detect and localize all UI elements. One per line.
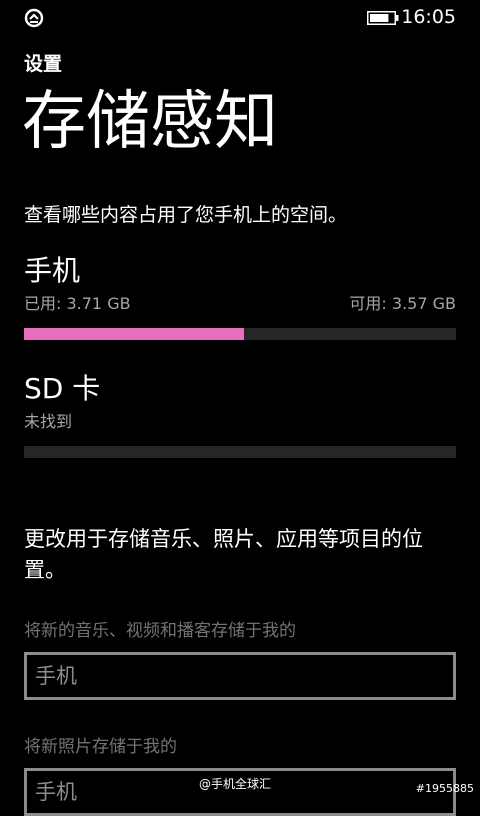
photos-location-label: 将新照片存储于我的 bbox=[24, 737, 177, 757]
phone-storage-title[interactable]: 手机 bbox=[24, 254, 80, 288]
sd-card-storage-bar bbox=[24, 446, 456, 458]
page-description: 查看哪些内容占用了您手机上的空间。 bbox=[24, 204, 348, 226]
phone-used-text: 已用: 3.71 GB bbox=[24, 294, 131, 313]
sd-card-status: 未找到 bbox=[24, 412, 73, 431]
app-title: 设置 bbox=[24, 53, 63, 75]
page-title: 存储感知 bbox=[22, 85, 278, 159]
sync-icon bbox=[24, 8, 44, 28]
watermark-id: #1955885 bbox=[415, 782, 474, 795]
music-location-picker[interactable]: 手机 bbox=[24, 652, 456, 700]
status-bar: 16:05 bbox=[0, 0, 480, 36]
phone-storage-bar bbox=[24, 328, 456, 340]
phone-storage-bar-fill bbox=[24, 328, 245, 340]
change-location-text: 更改用于存储音乐、照片、应用等项目的位置。 bbox=[24, 527, 423, 582]
music-location-value: 手机 bbox=[35, 664, 77, 688]
status-time: 16:05 bbox=[401, 6, 456, 28]
phone-available-text: 可用: 3.57 GB bbox=[349, 294, 456, 313]
music-location-label: 将新的音乐、视频和播客存储于我的 bbox=[24, 621, 296, 641]
watermark-text: @手机全球汇 bbox=[199, 777, 272, 791]
sd-card-title[interactable]: SD 卡 bbox=[24, 372, 100, 406]
battery-icon bbox=[367, 11, 399, 25]
photos-location-value: 手机 bbox=[35, 780, 77, 804]
